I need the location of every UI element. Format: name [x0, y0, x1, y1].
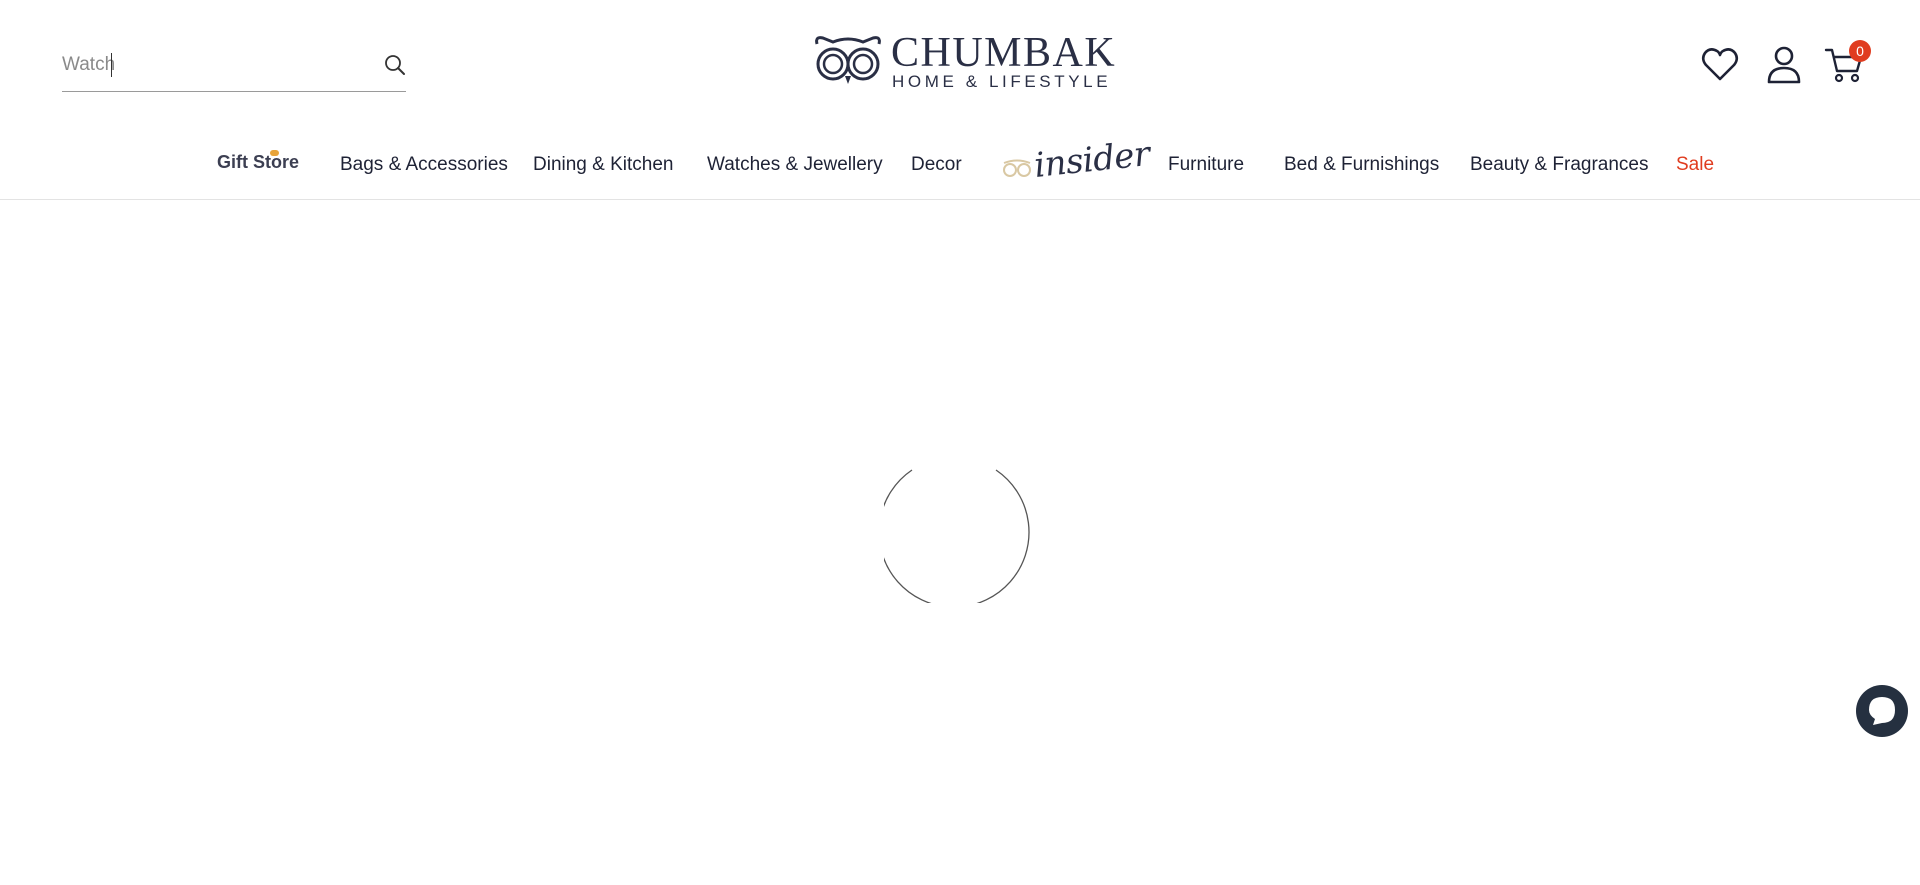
nav-item-beauty-fragrances[interactable]: Beauty & Fragrances: [1470, 154, 1648, 176]
main-nav: Gift Store Bags & Accessories Dining & K…: [0, 130, 1920, 200]
nav-item-sale[interactable]: Sale: [1676, 154, 1714, 176]
insider-owl-icon: [1003, 159, 1031, 177]
search-input[interactable]: [62, 48, 362, 82]
nav-item-insider[interactable]: insider: [1002, 134, 1152, 190]
site-header: CHUMBAK HOME & LIFESTYLE 0 Gift Store Ba…: [0, 0, 1920, 200]
chat-bubble-icon[interactable]: [1856, 685, 1908, 737]
gift-bow-icon: [270, 150, 279, 156]
nav-item-dining-kitchen[interactable]: Dining & Kitchen: [533, 154, 673, 176]
search-bar: [62, 44, 406, 92]
chumbak-logo[interactable]: CHUMBAK HOME & LIFESTYLE: [813, 32, 1115, 92]
cart-count-badge: 0: [1849, 40, 1871, 62]
owl-logo-icon: [815, 36, 881, 84]
brand-tagline: HOME & LIFESTYLE: [892, 72, 1112, 91]
gift-store-label: Gift Store: [217, 152, 300, 172]
nav-item-watches-jewellery[interactable]: Watches & Jewellery: [707, 154, 883, 176]
brand-name: CHUMBAK: [891, 30, 1117, 76]
nav-item-decor[interactable]: Decor: [911, 154, 962, 176]
nav-item-furniture[interactable]: Furniture: [1168, 154, 1244, 176]
loading-spinner-icon: [884, 469, 1030, 603]
nav-item-bed-furnishings[interactable]: Bed & Furnishings: [1284, 154, 1439, 176]
heart-icon[interactable]: [1700, 45, 1740, 85]
insider-wordmark: insider: [1032, 134, 1152, 186]
text-cursor: [111, 53, 112, 77]
nav-item-gift-store[interactable]: Gift Store: [217, 150, 300, 173]
user-icon[interactable]: [1766, 45, 1802, 85]
nav-item-bags-accessories[interactable]: Bags & Accessories: [340, 154, 508, 176]
search-icon[interactable]: [382, 52, 408, 78]
